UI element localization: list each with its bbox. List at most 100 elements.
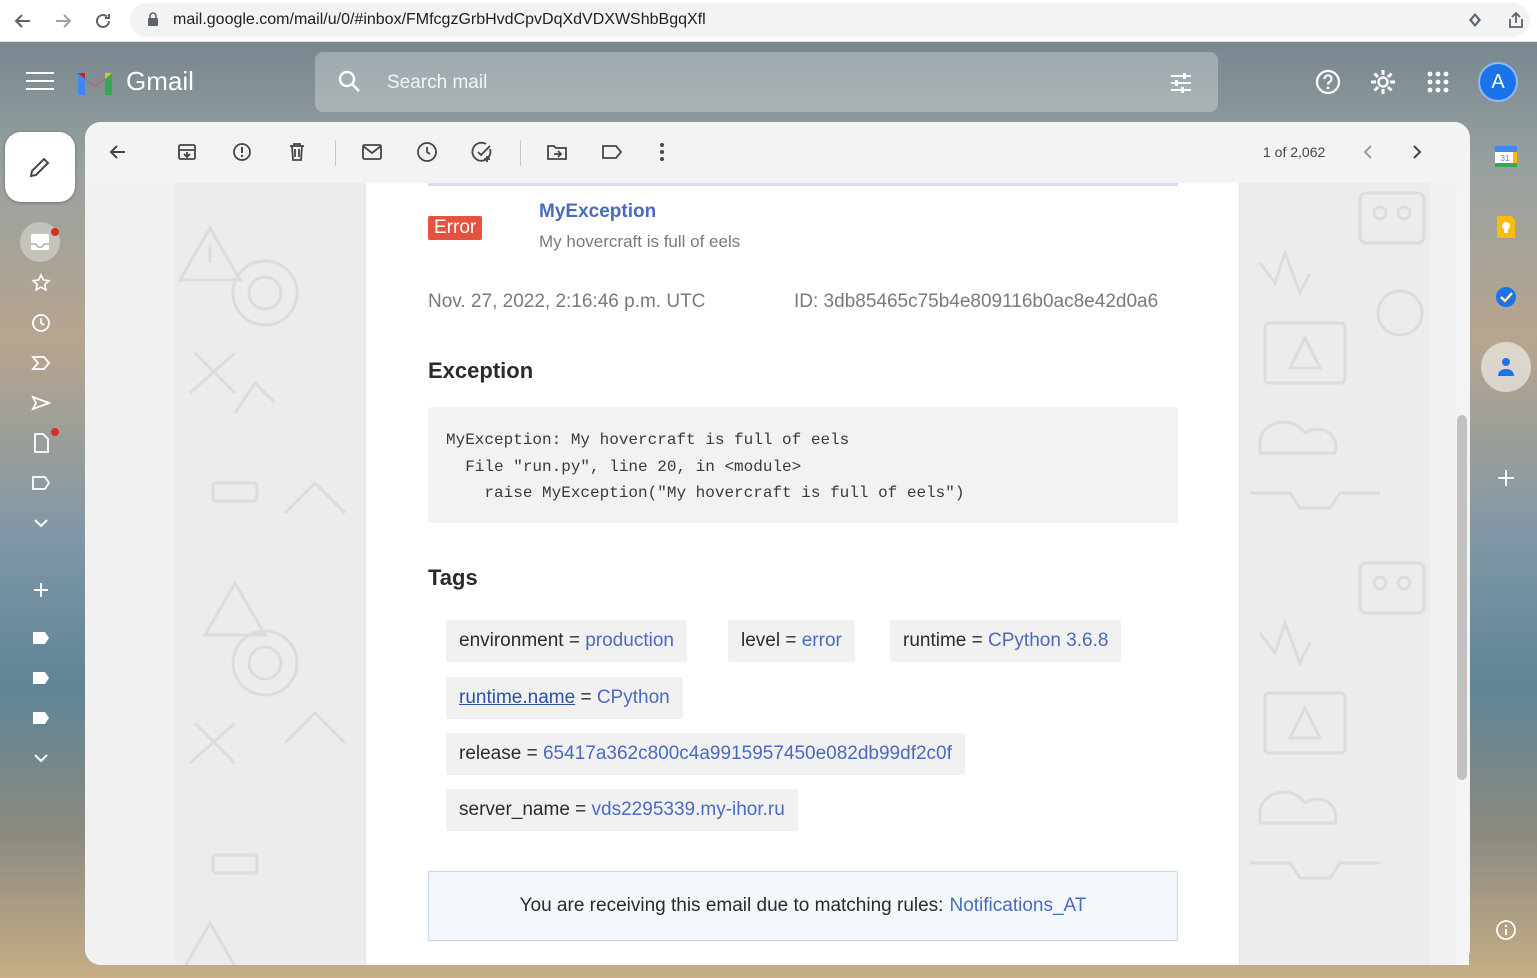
tag-value-link[interactable]: CPython 3.6.8 (988, 630, 1108, 652)
rules-text: You are receiving this email due to matc… (519, 895, 944, 916)
drafts-dot (51, 428, 59, 436)
get-addons-plus-icon[interactable] (1490, 462, 1522, 494)
more-chevron-down-icon[interactable] (28, 510, 54, 536)
labels-more-chevron-icon[interactable] (28, 745, 54, 771)
compose-button[interactable] (5, 132, 75, 202)
tag-sep: = (780, 630, 802, 651)
card-top-border (428, 183, 1178, 186)
tag-key: runtime (903, 630, 967, 651)
tag-value-link[interactable]: error (802, 630, 842, 652)
url-text: mail.google.com/mail/u/0/#inbox/FMfcgzGr… (173, 11, 706, 28)
delete-trash-icon[interactable] (283, 138, 311, 166)
tag-value-link[interactable]: production (585, 630, 674, 652)
error-level-badge: Error (428, 216, 483, 240)
pencil-icon (29, 157, 50, 178)
tag-value-link[interactable]: vds2295339.my-ihor.ru (592, 799, 785, 821)
extension-icon[interactable] (1466, 11, 1484, 29)
tag-sep: = (563, 630, 586, 651)
keep-icon[interactable] (1490, 211, 1522, 243)
tag-level: level = error (728, 620, 855, 662)
tag-key-link[interactable]: runtime.name (459, 687, 575, 709)
message-body-area: Error MyException My hovercraft is full … (85, 183, 1470, 965)
report-spam-icon[interactable] (228, 138, 256, 166)
help-icon[interactable] (1313, 67, 1343, 97)
pagination-count: 1 of 2,062 (1263, 144, 1326, 160)
older-chevron-right-icon[interactable] (1403, 138, 1431, 166)
gmail-logo-icon[interactable] (75, 67, 115, 97)
lock-icon (146, 11, 160, 27)
tags-heading: Tags (428, 565, 478, 590)
contacts-icon[interactable] (1481, 342, 1531, 392)
decorative-pattern-left (175, 183, 365, 965)
gmail-brand: Gmail (126, 66, 194, 96)
back-arrow-icon[interactable] (8, 6, 38, 36)
label-2-icon[interactable] (28, 665, 54, 691)
newer-chevron-left-icon[interactable] (1354, 138, 1382, 166)
message-panel: 1 of 2,062 Error MyException My hovercra… (85, 122, 1470, 965)
account-avatar[interactable]: A (1478, 62, 1518, 102)
calendar-day: 31 (1501, 154, 1510, 163)
info-icon[interactable] (1490, 914, 1522, 946)
event-id: ID: 3db85465c75b4e809116b0ac8e42d0a6 (794, 291, 1159, 312)
rules-link[interactable]: Notifications_AT (949, 895, 1086, 917)
tag-runtime: runtime = CPython 3.6.8 (890, 620, 1122, 662)
settings-gear-icon[interactable] (1368, 67, 1398, 97)
share-icon[interactable] (1506, 10, 1526, 30)
scrollbar-thumb[interactable] (1457, 415, 1467, 780)
tag-server-name: server_name = vds2295339.my-ihor.ru (446, 789, 798, 831)
toolbar-divider (335, 140, 336, 166)
tag-environment: environment = production (446, 620, 687, 662)
address-bar[interactable]: mail.google.com/mail/u/0/#inbox/FMfcgzGr… (130, 3, 1530, 37)
inbox-icon (31, 234, 49, 250)
main-menu-icon[interactable] (26, 72, 54, 94)
search-input[interactable]: Search mail (387, 72, 487, 94)
tag-key: environment (459, 630, 564, 651)
decorative-pattern-right (1240, 183, 1430, 965)
tag-sep: = (521, 743, 543, 764)
stacktrace-block: MyException: My hovercraft is full of ee… (428, 407, 1178, 523)
toolbar-divider (520, 140, 521, 166)
tag-value-link[interactable]: CPython (597, 687, 670, 709)
calendar-icon[interactable]: 31 (1490, 140, 1522, 172)
tag-key: level (741, 630, 781, 651)
tag-release: release = 65417a362c800c4a9915957450e082… (446, 733, 965, 775)
event-date: Nov. 27, 2022, 2:16:46 p.m. UTC (428, 291, 706, 312)
more-options-icon[interactable] (648, 138, 676, 166)
apps-grid-icon[interactable] (1423, 67, 1453, 97)
tag-key: server_name (459, 799, 570, 820)
back-to-inbox-icon[interactable] (104, 138, 132, 166)
sent-icon[interactable] (28, 390, 54, 416)
starred-icon[interactable] (28, 270, 54, 296)
important-icon[interactable] (28, 350, 54, 376)
search-bar[interactable]: Search mail (315, 52, 1218, 112)
create-label-plus-icon[interactable] (28, 577, 54, 603)
email-card: Error MyException My hovercraft is full … (365, 183, 1240, 965)
exception-message: My hovercraft is full of eels (539, 232, 741, 251)
move-to-folder-icon[interactable] (543, 138, 571, 166)
label-3-icon[interactable] (28, 705, 54, 731)
drafts-icon[interactable] (28, 430, 54, 456)
labels-icon[interactable] (598, 138, 626, 166)
snoozed-clock-icon[interactable] (28, 310, 54, 336)
forward-arrow-icon[interactable] (48, 6, 78, 36)
search-icon[interactable] (337, 69, 363, 95)
label-icon[interactable] (28, 470, 54, 496)
mark-unread-envelope-icon[interactable] (358, 138, 386, 166)
browser-toolbar: mail.google.com/mail/u/0/#inbox/FMfcgzGr… (0, 0, 1537, 42)
label-1-icon[interactable] (28, 625, 54, 651)
matching-rules-notice: You are receiving this email due to matc… (428, 871, 1178, 941)
tag-sep: = (569, 799, 592, 820)
reload-icon[interactable] (88, 6, 118, 36)
exception-title-link[interactable]: MyException (539, 201, 656, 223)
exception-heading: Exception (428, 358, 534, 383)
add-to-tasks-icon[interactable] (468, 138, 496, 166)
tag-sep: = (966, 630, 989, 651)
tag-runtime-name: runtime.name = CPython (446, 677, 683, 719)
search-options-icon[interactable] (1168, 70, 1194, 96)
tasks-icon[interactable] (1490, 281, 1522, 313)
unread-dot (51, 228, 59, 236)
archive-icon[interactable] (173, 138, 201, 166)
tag-value-link[interactable]: 65417a362c800c4a9915957450e082db99df2c0f (543, 743, 952, 765)
snooze-clock-icon[interactable] (413, 138, 441, 166)
tag-key: release (459, 743, 522, 764)
